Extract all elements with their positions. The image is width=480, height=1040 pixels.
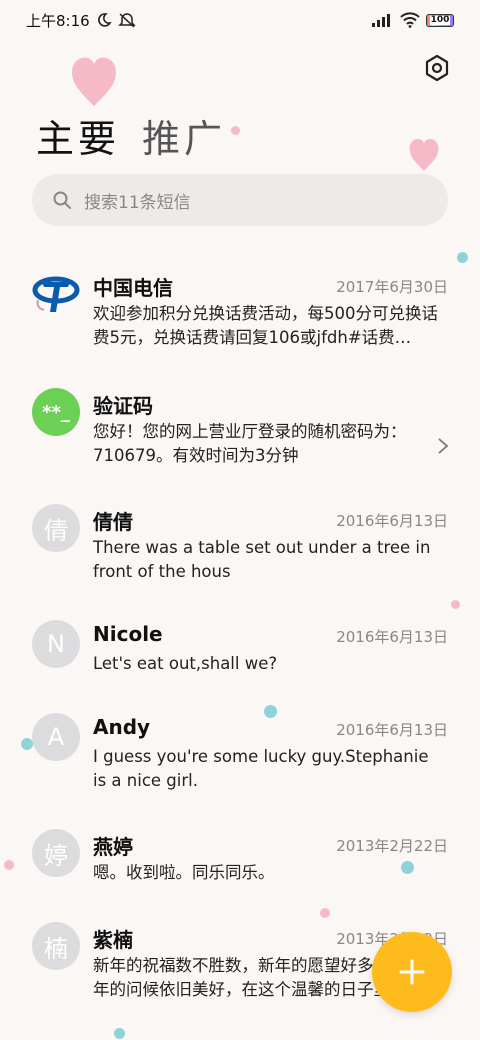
message-preview: Let's eat out,shall we? — [93, 654, 278, 673]
message-preview: 嗯。收到啦。同乐同乐。 — [93, 863, 275, 882]
avatar: N — [32, 620, 80, 668]
signal-icon — [372, 14, 390, 27]
message-date: 2017年6月30日 — [336, 278, 448, 296]
heart-decoration-icon — [72, 57, 116, 106]
contact-name: 燕婷 — [93, 835, 133, 859]
conversation-item[interactable]: A Andy 2016年6月13日 I guess you're some lu… — [0, 699, 480, 799]
verification-avatar: **_ — [32, 388, 80, 436]
contact-name: 验证码 — [93, 394, 153, 418]
search-bar[interactable]: 搜索11条短信 — [32, 174, 448, 226]
new-message-button[interactable] — [372, 932, 452, 1012]
china-telecom-logo-icon — [32, 270, 80, 318]
tab-bar: 主要 推广 — [36, 108, 226, 163]
message-date: 2016年6月13日 — [336, 628, 448, 646]
conversation-item[interactable]: N Nicole 2016年6月13日 Let's eat out,shall … — [0, 606, 480, 706]
conversation-item[interactable]: 中国电信 2017年6月30日 欢迎参加积分兑换话费活动，每500分可兑换话费5… — [0, 256, 480, 356]
search-placeholder: 搜索11条短信 — [84, 192, 191, 213]
chevron-right-icon[interactable] — [436, 436, 450, 456]
message-date: 2016年6月13日 — [336, 721, 448, 739]
dot-decoration — [231, 126, 240, 135]
contact-name: Nicole — [93, 622, 163, 646]
battery-icon: 100 — [426, 13, 454, 27]
contact-name: 紫楠 — [93, 928, 133, 952]
status-bar: 上午8:16 100 — [0, 0, 480, 40]
conversation-item[interactable]: **_ 验证码 您好！您的网上营业厅登录的随机密码为：710679。有效时间为3… — [0, 374, 480, 474]
clock: 上午8:16 — [26, 11, 90, 30]
search-icon — [53, 191, 71, 209]
contact-name: Andy — [93, 715, 151, 739]
contact-name: 中国电信 — [93, 276, 173, 300]
avatar: 楠 — [32, 922, 80, 970]
avatar: 倩 — [32, 504, 80, 552]
message-date: 2016年6月13日 — [336, 512, 448, 530]
moon-icon — [97, 13, 112, 27]
message-date: 2013年2月22日 — [336, 837, 448, 855]
message-preview: 您好！您的网上营业厅登录的随机密码为：710679。有效时间为3分钟 — [93, 422, 407, 465]
conversation-item[interactable]: 婷 燕婷 2013年2月22日 嗯。收到啦。同乐同乐。 — [0, 815, 480, 915]
wifi-icon — [400, 12, 420, 28]
tab-primary[interactable]: 主要 — [36, 108, 120, 163]
dot-decoration — [114, 1028, 125, 1039]
heart-decoration-icon — [409, 139, 439, 171]
mute-icon — [117, 13, 136, 28]
conversation-item[interactable]: 倩 倩倩 2016年6月13日 There was a table set ou… — [0, 490, 480, 590]
message-preview: There was a table set out under a tree i… — [93, 538, 431, 581]
battery-level: 100 — [429, 14, 451, 25]
plus-icon — [399, 959, 425, 985]
message-preview: 欢迎参加积分兑换话费活动，每500分可兑换话费5元，兑换话费请回复106或jfd… — [93, 304, 438, 347]
settings-hexagon-icon[interactable] — [424, 54, 450, 82]
avatar: 婷 — [32, 829, 80, 877]
contact-name: 倩倩 — [93, 510, 133, 534]
avatar: A — [32, 713, 80, 761]
message-preview: I guess you're some lucky guy.Stephanie … — [93, 747, 429, 790]
tab-promotions[interactable]: 推广 — [142, 108, 226, 163]
